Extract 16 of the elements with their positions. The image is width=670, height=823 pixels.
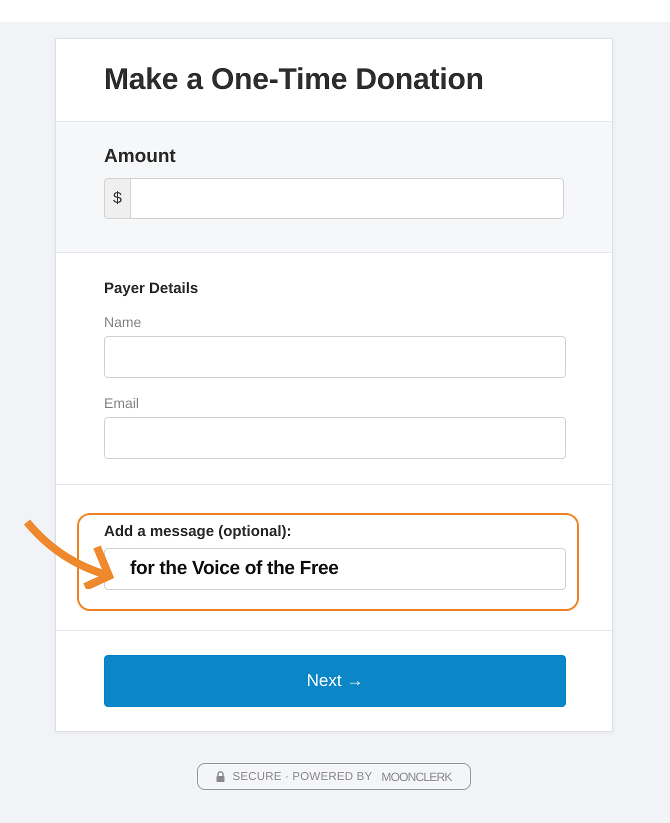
field-label: Email: [104, 395, 140, 411]
amount-input[interactable]: [131, 178, 564, 219]
next-button[interactable]: Next →: [104, 655, 566, 707]
amount-label: Amount: [104, 146, 177, 168]
brand-logo: MOONCLERK: [381, 770, 452, 784]
message-label: Add a message (optional):: [104, 523, 293, 541]
message-input[interactable]: for the Voice of the Free: [104, 548, 566, 590]
text-input[interactable]: [104, 417, 566, 459]
currency-prefix: $: [104, 178, 131, 219]
lock-icon: [216, 771, 226, 782]
secure-badge[interactable]: SECURE · POWERED BY MOONCLERK: [197, 763, 471, 790]
form-title: Make a One-Time Donation: [104, 63, 484, 97]
field-label: Name: [104, 314, 142, 330]
payer-heading: Payer Details: [104, 280, 200, 298]
text-input[interactable]: [104, 336, 566, 378]
secure-text: SECURE · POWERED BY: [232, 770, 372, 782]
